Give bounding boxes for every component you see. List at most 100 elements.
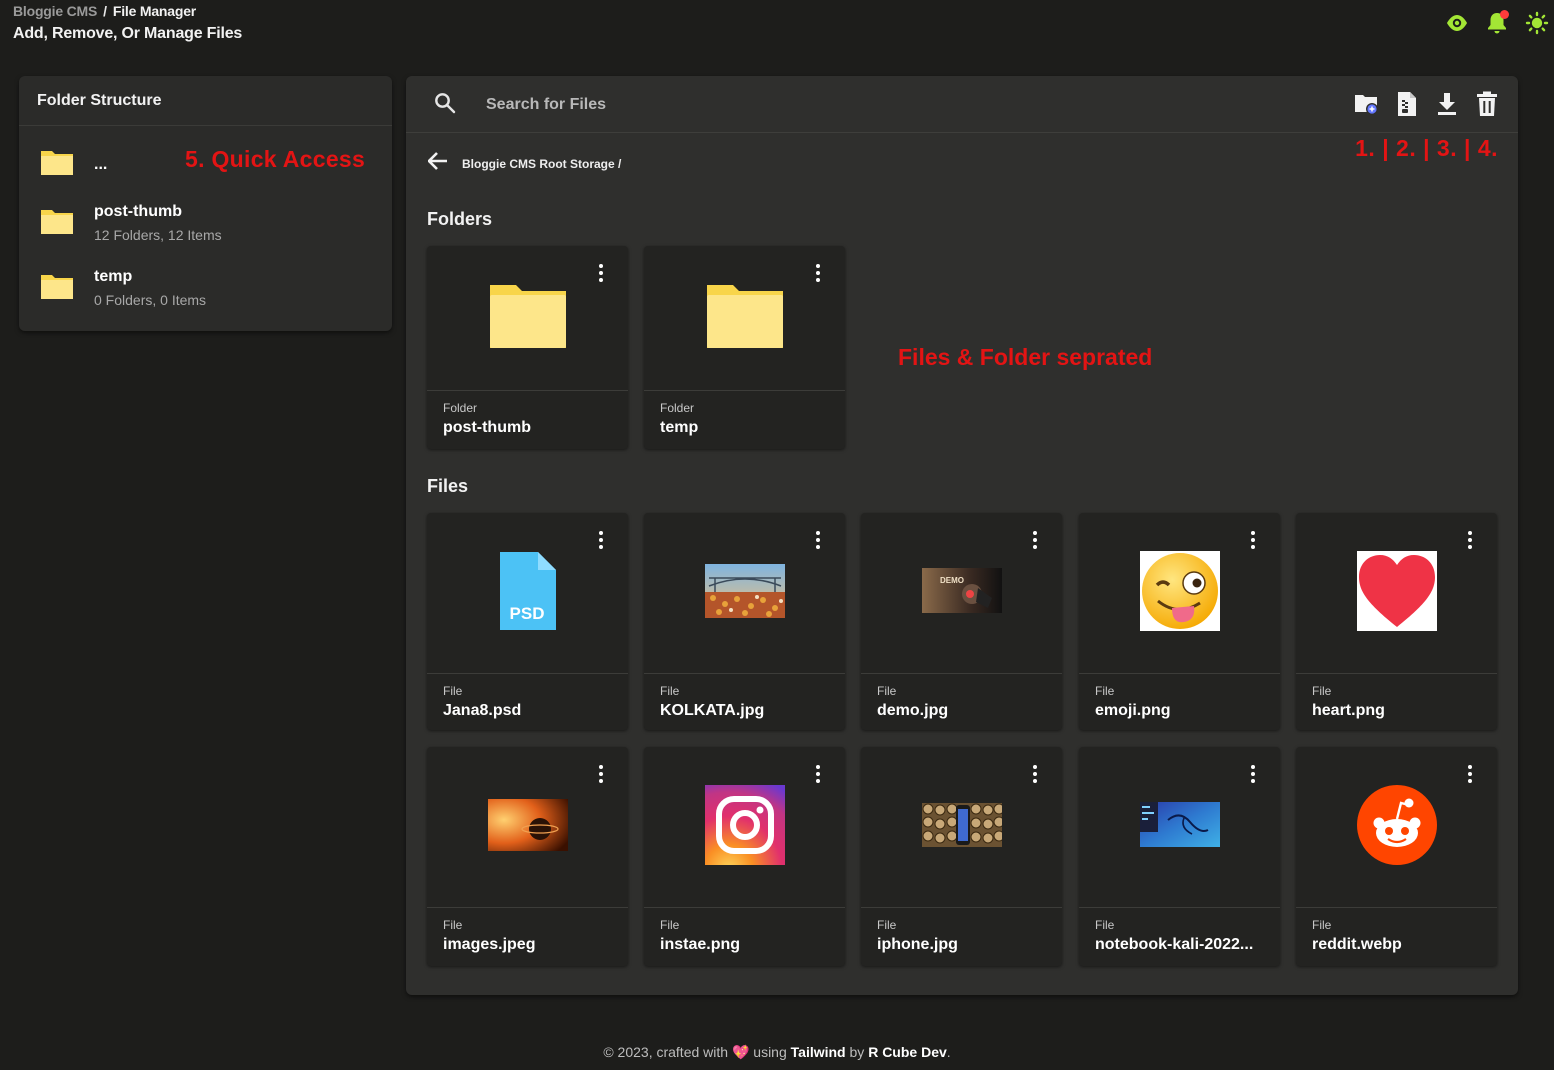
card-thumbnail: DEMO xyxy=(861,513,1062,674)
sidebar-item-label: temp xyxy=(94,268,133,285)
more-options-icon[interactable] xyxy=(596,765,606,783)
card-kind: File xyxy=(1312,918,1332,932)
card-thumbnail xyxy=(644,513,845,674)
card-kind: File xyxy=(660,684,680,698)
more-options-icon[interactable] xyxy=(596,531,606,549)
folder-icon xyxy=(40,148,74,181)
more-options-icon[interactable] xyxy=(1248,531,1258,549)
download-icon[interactable] xyxy=(1434,91,1460,117)
footer-copyright: © 2023, crafted with xyxy=(603,1044,729,1060)
demo-image: DEMO xyxy=(921,568,1002,618)
file-card[interactable]: PSD File Jana8.psd xyxy=(427,513,628,730)
breadcrumb-separator: / xyxy=(103,3,107,19)
kolkata-image xyxy=(704,563,785,623)
files-heading: Files xyxy=(427,476,469,496)
delete-icon[interactable] xyxy=(1474,91,1500,117)
card-thumbnail xyxy=(427,246,628,391)
more-options-icon[interactable] xyxy=(813,765,823,783)
bell-icon[interactable] xyxy=(1484,10,1510,36)
card-kind: Folder xyxy=(443,401,478,415)
card-thumbnail: PSD xyxy=(427,513,628,674)
toolbar-annotation: 1. | 2. | 3. | 4. xyxy=(1355,135,1498,161)
sidebar-item-label: post-thumb xyxy=(94,203,182,220)
heart-icon: 💖 xyxy=(731,1044,750,1060)
card-name: instae.png xyxy=(660,936,741,953)
eye-icon[interactable] xyxy=(1444,10,1470,36)
card-thumbnail xyxy=(1296,747,1497,908)
more-options-icon[interactable] xyxy=(1030,765,1040,783)
header-actions xyxy=(1444,10,1550,36)
quick-access-annotation: 5. Quick Access xyxy=(185,146,366,172)
breadcrumb-root[interactable]: Bloggie CMS xyxy=(13,3,97,19)
separation-annotation: Files & Folder seprated xyxy=(898,344,1153,370)
instagram-logo xyxy=(704,784,785,870)
card-name: heart.png xyxy=(1312,702,1385,719)
folder-card-post-thumb[interactable]: Folder post-thumb xyxy=(427,246,628,449)
reddit-logo xyxy=(1356,784,1437,870)
tailwind-link[interactable]: Tailwind xyxy=(791,1044,846,1060)
card-name: Jana8.psd xyxy=(443,702,522,719)
new-folder-icon[interactable] xyxy=(1354,91,1380,117)
card-kind: File xyxy=(660,918,680,932)
more-options-icon[interactable] xyxy=(813,264,823,282)
file-card[interactable]: File notebook-kali-2022... xyxy=(1079,747,1280,966)
demo-label: DEMO xyxy=(940,576,964,585)
file-card[interactable]: File images.jpeg xyxy=(427,747,628,966)
page-title: Add, Remove, Or Manage Files xyxy=(13,25,243,42)
sidebar-item-temp[interactable]: temp 0 Folders, 0 Items xyxy=(40,268,206,308)
author-link[interactable]: R Cube Dev xyxy=(868,1044,947,1060)
emoji-image xyxy=(1139,550,1220,636)
breadcrumb-current: File Manager xyxy=(112,3,197,19)
sun-icon[interactable] xyxy=(1524,10,1550,36)
footer-using: using xyxy=(753,1044,787,1060)
file-card[interactable]: File KOLKATA.jpg xyxy=(644,513,845,730)
file-card[interactable]: File emoji.png xyxy=(1079,513,1280,730)
search-icon xyxy=(434,92,456,119)
notification-dot xyxy=(1500,10,1509,19)
card-name: images.jpeg xyxy=(443,936,536,953)
sidebar-item-parent[interactable]: ... xyxy=(40,148,107,181)
more-options-icon[interactable] xyxy=(1465,765,1475,783)
file-card[interactable]: File instae.png xyxy=(644,747,845,966)
more-options-icon[interactable] xyxy=(1465,531,1475,549)
file-card[interactable]: File iphone.jpg xyxy=(861,747,1062,966)
folder-icon xyxy=(489,283,567,354)
file-browser-panel: 1. | 2. | 3. | 4. Bloggie CMS Root Stora… xyxy=(406,76,1518,995)
search-input[interactable] xyxy=(486,90,986,120)
card-thumbnail xyxy=(1296,513,1497,674)
card-name: emoji.png xyxy=(1095,702,1171,719)
file-card[interactable]: File heart.png xyxy=(1296,513,1497,730)
card-thumbnail xyxy=(644,747,845,908)
planet-image xyxy=(487,798,568,856)
folder-card-temp[interactable]: Folder temp xyxy=(644,246,845,449)
card-name: iphone.jpg xyxy=(877,936,958,953)
file-card[interactable]: DEMO File demo.jpg xyxy=(861,513,1062,730)
search-bar xyxy=(406,76,1518,133)
card-thumbnail xyxy=(427,747,628,908)
more-options-icon[interactable] xyxy=(596,264,606,282)
folder-icon xyxy=(706,283,784,354)
iphone-image xyxy=(921,802,1004,852)
sidebar-item-post-thumb[interactable]: post-thumb 12 Folders, 12 Items xyxy=(40,203,222,243)
new-file-icon[interactable] xyxy=(1394,91,1420,117)
sidebar-item-meta: 0 Folders, 0 Items xyxy=(94,292,207,308)
card-thumbnail xyxy=(1079,747,1280,908)
current-path: Bloggie CMS Root Storage / xyxy=(462,156,622,171)
card-kind: File xyxy=(1095,918,1115,932)
card-thumbnail xyxy=(644,246,845,391)
more-options-icon[interactable] xyxy=(1248,765,1258,783)
more-options-icon[interactable] xyxy=(813,531,823,549)
kali-image xyxy=(1139,802,1220,852)
card-kind: File xyxy=(877,918,897,932)
more-options-icon[interactable] xyxy=(1030,531,1040,549)
card-name: notebook-kali-2022... xyxy=(1095,936,1254,953)
footer: © 2023, crafted with 💖 using Tailwind by… xyxy=(0,1044,1554,1061)
breadcrumb: Bloggie CMS / File Manager xyxy=(13,3,242,19)
footer-suffix: . xyxy=(946,1044,951,1060)
file-card[interactable]: File reddit.webp xyxy=(1296,747,1497,966)
card-thumbnail xyxy=(861,747,1062,908)
card-name: reddit.webp xyxy=(1312,936,1402,953)
folder-structure-panel: Folder Structure 5. Quick Access ... pos… xyxy=(19,76,392,331)
card-kind: File xyxy=(443,918,463,932)
back-arrow-icon[interactable] xyxy=(427,152,448,175)
